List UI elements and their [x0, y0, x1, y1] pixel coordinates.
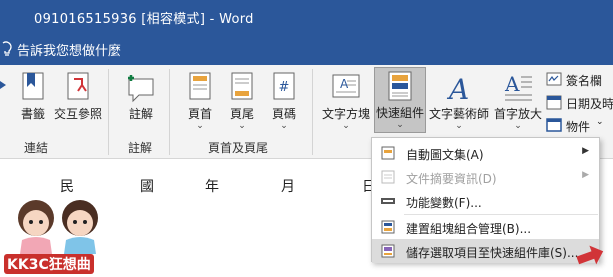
- wordart-icon: A: [446, 73, 469, 103]
- object-label: 物件: [566, 120, 591, 134]
- group-separator: [312, 69, 313, 155]
- bookmark-icon: [22, 72, 44, 100]
- menu-item-field[interactable]: 功能變數(F)...: [372, 189, 599, 213]
- new-comment-button[interactable]: 註解: [120, 69, 162, 131]
- text-box-label: 文字方塊: [321, 107, 370, 121]
- object-chevron-icon: ⌄: [596, 117, 604, 127]
- menu-item-label: 建置組塊組合管理(B)...: [406, 222, 532, 236]
- submenu-arrow-icon: ▶: [582, 146, 589, 156]
- wordart-label: 文字藝術師: [428, 107, 489, 121]
- object-icon: [546, 118, 562, 132]
- menu-item-autotext[interactable]: 自動圖文集(A) ▶: [372, 141, 599, 165]
- submenu-arrow-icon: ▶: [582, 170, 589, 180]
- footer-button[interactable]: 頁尾 ⌄: [224, 69, 260, 131]
- signature-icon: [546, 72, 562, 86]
- watermark-logo: KK3C狂想曲: [0, 196, 122, 277]
- quick-parts-menu: 自動圖文集(A) ▶ 文件摘要資訊(D) ▶ 功能變數(F)... 建置組塊組合…: [371, 137, 600, 263]
- text-box-chevron-icon: ⌄: [342, 121, 350, 131]
- text-box-button[interactable]: A 文字方塊 ⌄: [320, 69, 372, 131]
- document-char: 國: [140, 179, 154, 195]
- group-comments-label: 註解: [128, 141, 153, 155]
- header-button[interactable]: 頁首 ⌄: [182, 69, 218, 131]
- quick-parts-chevron-icon: ⌄: [396, 120, 404, 130]
- cross-reference-label: 交互參照: [53, 107, 102, 121]
- document-char: 年: [205, 179, 219, 195]
- document-char: 民: [60, 179, 74, 195]
- group-header-footer-label: 頁首及頁尾: [208, 141, 269, 155]
- cross-reference-button[interactable]: 交互參照: [52, 69, 104, 131]
- comment-label: 註解: [128, 107, 153, 121]
- menu-item-label: 功能變數(F)...: [406, 196, 482, 210]
- bookmark-button[interactable]: 書籤: [15, 69, 51, 131]
- pointer-arrow-icon: [576, 245, 604, 265]
- text-box-icon: A: [332, 74, 360, 98]
- menu-item-document-property[interactable]: 文件摘要資訊(D) ▶: [372, 165, 599, 189]
- calendar-icon: [546, 95, 562, 110]
- wordart-button[interactable]: A 文字藝術師 ⌄: [428, 69, 490, 131]
- page-number-label: 頁碼: [271, 107, 296, 121]
- svg-text:A: A: [340, 77, 349, 91]
- drop-cap-button[interactable]: A 首字放大 ⌄: [491, 69, 545, 131]
- quick-parts-label: 快速組件: [375, 106, 424, 120]
- drop-cap-chevron-icon: ⌄: [514, 121, 522, 131]
- autotext-icon: [381, 146, 395, 160]
- svg-text:#: #: [279, 80, 290, 95]
- date-time-label: 日期及時: [566, 97, 613, 111]
- field-icon: [381, 198, 395, 204]
- page-number-button[interactable]: # 頁碼 ⌄: [266, 69, 302, 131]
- tell-me-bar: 告訴我您想做什麼: [0, 33, 613, 65]
- window-title: 091016515936 [相容模式] - Word: [34, 12, 254, 27]
- arrow-icon: [0, 81, 6, 89]
- menu-item-label: 儲存選取項目至快速組件庫(S)...: [406, 246, 579, 260]
- wordart-chevron-icon: ⌄: [455, 121, 463, 131]
- quick-parts-button[interactable]: 快速組件 ⌄: [374, 67, 426, 133]
- group-separator: [169, 69, 170, 155]
- menu-item-save-selection[interactable]: 儲存選取項目至快速組件庫(S)...: [372, 239, 599, 263]
- page-number-icon: #: [273, 72, 295, 100]
- header-label: 頁首: [187, 107, 212, 121]
- watermark-text: KK3C狂想曲: [4, 254, 94, 274]
- footer-icon: [231, 72, 253, 100]
- menu-item-label: 文件摘要資訊(D): [406, 172, 497, 186]
- drop-cap-label: 首字放大: [493, 107, 542, 121]
- ribbon-left-edge-button[interactable]: [0, 77, 6, 105]
- bookmark-label: 書籤: [20, 107, 45, 121]
- footer-label: 頁尾: [229, 107, 254, 121]
- document-property-icon: [381, 170, 395, 184]
- tell-me-input[interactable]: 告訴我您想做什麼: [17, 40, 121, 59]
- header-icon: [189, 72, 211, 100]
- building-blocks-icon: [381, 220, 395, 234]
- quick-parts-icon: [388, 71, 412, 101]
- group-separator: [108, 69, 109, 155]
- comment-icon: [128, 75, 154, 103]
- title-bar: 091016515936 [相容模式] - Word: [0, 0, 613, 33]
- cross-reference-icon: [67, 72, 89, 100]
- drop-cap-icon: A: [504, 72, 532, 101]
- header-chevron-icon: ⌄: [196, 121, 204, 131]
- menu-item-label: 自動圖文集(A): [406, 148, 484, 162]
- group-links-label: 連結: [24, 141, 49, 155]
- svg-text:A: A: [504, 72, 520, 96]
- svg-text:A: A: [446, 73, 469, 103]
- save-selection-icon: [381, 244, 395, 258]
- lightbulb-icon: [2, 41, 12, 56]
- footer-chevron-icon: ⌄: [238, 121, 246, 131]
- document-char: 月: [281, 179, 295, 195]
- signature-label: 簽名欄: [566, 74, 603, 88]
- page-number-chevron-icon: ⌄: [280, 121, 288, 131]
- menu-item-building-blocks-organizer[interactable]: 建置組塊組合管理(B)...: [372, 215, 599, 239]
